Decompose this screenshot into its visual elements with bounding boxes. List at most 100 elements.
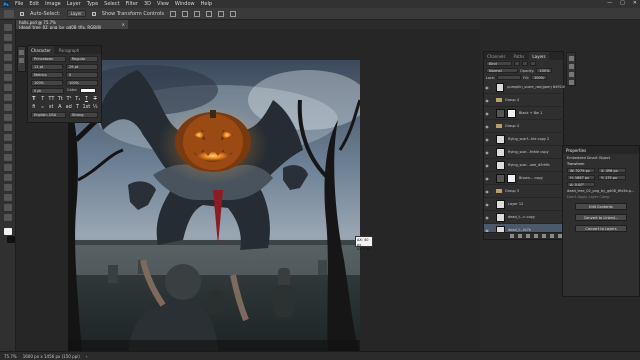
history-panel-icon[interactable]	[568, 56, 574, 61]
move-tool-icon[interactable]	[4, 24, 12, 31]
layer-mask-thumbnail[interactable]	[507, 108, 516, 118]
document-canvas[interactable]	[68, 60, 360, 354]
menu-image[interactable]: Image	[45, 1, 61, 7]
titling-alternates-button[interactable]: T	[75, 104, 81, 110]
layer-filter-kind[interactable]: Kind	[486, 61, 512, 66]
angle-field[interactable]: ∆: 0.00°	[567, 182, 595, 187]
font-style-dropdown[interactable]: Regular	[68, 56, 98, 62]
show-transform-checkbox[interactable]	[91, 11, 96, 16]
layer-style-icon[interactable]	[518, 234, 522, 238]
new-layer-icon[interactable]	[550, 234, 554, 238]
tab-layers[interactable]: Layers	[529, 52, 549, 60]
align-top-icon[interactable]	[206, 10, 213, 17]
type-tool-icon[interactable]	[4, 174, 12, 181]
minimize-button[interactable]: —	[607, 0, 612, 6]
fill-field[interactable]: 100%	[531, 75, 548, 80]
baseline-shift-field[interactable]: 0 pt	[31, 88, 64, 94]
menu-filter[interactable]: Filter	[126, 1, 138, 7]
blend-mode-dropdown[interactable]: Normal	[486, 68, 518, 73]
history-brush-tool-icon[interactable]	[4, 114, 12, 121]
clone-stamp-tool-icon[interactable]	[4, 104, 12, 111]
layer-row[interactable]: ◉ flying_scar...uee_d5rhfb	[484, 159, 565, 172]
menu-file[interactable]: File	[15, 1, 23, 7]
text-color-swatch[interactable]	[80, 88, 97, 93]
faux-bold-button[interactable]: T	[31, 96, 37, 102]
menu-window[interactable]: Window	[175, 1, 195, 7]
layer-row[interactable]: ◉ flying_scarf...hle copy 2	[484, 133, 565, 146]
menu-view[interactable]: View	[157, 1, 169, 7]
menu-select[interactable]: Select	[104, 1, 119, 7]
close-tab-icon[interactable]: ×	[122, 22, 125, 27]
document-tab[interactable]: halls.psd @ 75.7% (dead_tree_02_png_by_g…	[16, 20, 128, 30]
swash-button[interactable]: A	[57, 104, 63, 110]
convert-to-layers-button[interactable]: Convert to Layers	[575, 225, 627, 232]
language-dropdown[interactable]: English: USA	[31, 112, 66, 118]
visibility-eye-icon[interactable]: ◉	[484, 98, 490, 103]
visibility-eye-icon[interactable]: ◉	[484, 124, 490, 129]
edit-contents-button[interactable]: Edit Contents	[575, 203, 627, 210]
layer-row[interactable]: ◉ flying_scar...frthle copy	[484, 146, 565, 159]
tab-paragraph[interactable]: Paragraph	[56, 46, 83, 54]
tab-character[interactable]: Character	[28, 46, 54, 54]
visibility-eye-icon[interactable]: ◉	[484, 163, 490, 168]
filter-adjustment-icon[interactable]	[522, 61, 528, 66]
path-select-tool-icon[interactable]	[4, 184, 12, 191]
healing-tool-icon[interactable]	[4, 84, 12, 91]
x-field[interactable]: X: 496 px	[598, 168, 626, 173]
small-caps-button[interactable]: Tt	[57, 96, 63, 102]
lock-icons[interactable]	[497, 75, 522, 80]
layer-row[interactable]: ◉ Brown... copy	[484, 172, 565, 185]
width-field[interactable]: W: 3279 px	[567, 168, 595, 173]
strikethrough-button[interactable]: T	[92, 96, 98, 102]
crop-tool-icon[interactable]	[4, 64, 12, 71]
quick-select-tool-icon[interactable]	[4, 54, 12, 61]
visibility-eye-icon[interactable]: ◉	[484, 215, 490, 220]
foreground-color-swatch[interactable]	[4, 228, 12, 235]
new-group-icon[interactable]	[542, 234, 546, 238]
align-right-icon[interactable]	[194, 10, 201, 17]
superscript-button[interactable]: T¹	[66, 96, 72, 102]
maximize-button[interactable]: □	[620, 0, 625, 6]
move-tool-preset-icon[interactable]	[4, 9, 14, 18]
adjustments-panel-icon[interactable]	[568, 80, 574, 85]
gradient-tool-icon[interactable]	[4, 134, 12, 141]
fractions-button[interactable]: ½	[92, 104, 98, 110]
menu-type[interactable]: Type	[87, 1, 98, 7]
layer-comp-dropdown[interactable]: Don't Apply Layer Comp	[563, 193, 639, 199]
auto-select-dropdown[interactable]: Layer	[66, 10, 86, 17]
visibility-eye-icon[interactable]: ◉	[484, 189, 490, 194]
faux-italic-button[interactable]: T	[40, 96, 46, 102]
menu-help[interactable]: Help	[201, 1, 212, 7]
layer-group-row[interactable]: ◉ Group 4	[484, 120, 565, 133]
eraser-tool-icon[interactable]	[4, 124, 12, 131]
antialias-dropdown[interactable]: Strong	[68, 112, 98, 118]
add-mask-icon[interactable]	[526, 234, 530, 238]
zoom-tool-icon[interactable]	[4, 214, 12, 221]
paragraph-panel-icon[interactable]	[19, 58, 24, 63]
visibility-eye-icon[interactable]: ◉	[484, 137, 490, 142]
contextual-alternates-button[interactable]: ℴ	[40, 104, 46, 110]
convert-to-linked-button[interactable]: Convert to Linked...	[575, 214, 627, 221]
ligatures-button[interactable]: fi	[31, 104, 37, 110]
visibility-eye-icon[interactable]: ◉	[484, 85, 490, 90]
align-left-icon[interactable]	[170, 10, 177, 17]
layer-group-row[interactable]: ◉ Group 4	[484, 94, 565, 107]
swatches-panel-icon[interactable]	[568, 72, 574, 77]
menu-edit[interactable]: Edit	[29, 1, 39, 7]
tracking-field[interactable]: 0	[66, 72, 98, 78]
pen-tool-icon[interactable]	[4, 164, 12, 171]
opacity-field[interactable]: 100%	[536, 68, 553, 73]
subscript-button[interactable]: T₁	[75, 96, 81, 102]
layer-row[interactable]: ◉ dead_t...n copy	[484, 211, 565, 224]
color-panel-icon[interactable]	[568, 64, 574, 69]
all-caps-button[interactable]: TT	[48, 96, 54, 102]
layer-mask-thumbnail[interactable]	[507, 173, 516, 183]
new-adjustment-icon[interactable]	[534, 234, 538, 238]
visibility-eye-icon[interactable]: ◉	[484, 150, 490, 155]
status-menu-arrow[interactable]: ›	[86, 354, 88, 359]
leading-field[interactable]: 29 pt	[66, 64, 98, 70]
eyedropper-tool-icon[interactable]	[4, 74, 12, 81]
y-field[interactable]: Y: 175 px	[598, 175, 626, 180]
ordinals-button[interactable]: 1st	[82, 104, 90, 110]
align-bottom-icon[interactable]	[230, 10, 237, 17]
